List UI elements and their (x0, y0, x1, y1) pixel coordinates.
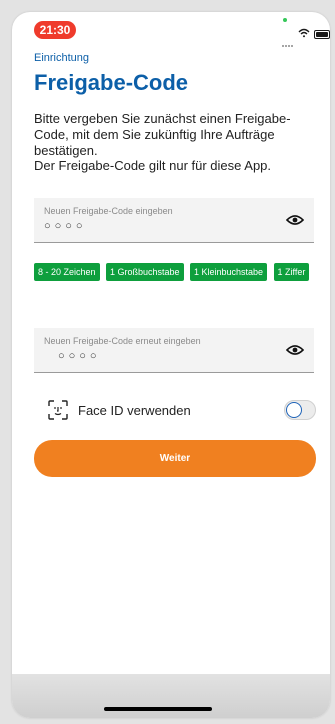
device-frame: 21:30 Einrichtung Freigabe-Code Bitte ve… (0, 0, 335, 724)
signal-icon (282, 34, 296, 47)
intro-text: Bitte vergeben Sie zunächst einen Freiga… (34, 111, 291, 158)
requirement-badge: 1 Kleinbuchstabe (190, 263, 268, 281)
page-title: Freigabe-Code (34, 70, 189, 95)
repeat-code-field[interactable]: Neuen Freigabe-Code erneut eingeben ○○○○ (34, 328, 314, 373)
toggle-knob (286, 402, 302, 418)
repeat-code-value: ○○○○ (58, 350, 101, 362)
requirement-badge: 8 - 20 Zeichen (34, 263, 100, 281)
eye-icon[interactable] (286, 214, 304, 226)
requirements-list: 8 - 20 Zeichen 1 Großbuchstabe 1 Kleinbu… (34, 262, 324, 287)
new-code-value: ○○○○ (44, 220, 87, 232)
face-id-label: Face ID verwenden (78, 403, 191, 418)
eye-icon[interactable] (286, 344, 304, 356)
new-code-field[interactable]: Neuen Freigabe-Code eingeben ○○○○ (34, 198, 314, 243)
face-id-icon (48, 400, 68, 420)
repeat-code-label: Neuen Freigabe-Code erneut eingeben (44, 336, 201, 346)
face-id-toggle[interactable] (284, 400, 316, 420)
section-label: Einrichtung (34, 52, 90, 64)
battery-icon (314, 30, 330, 39)
bottom-bar (12, 674, 330, 718)
status-time: 21:30 (34, 21, 76, 39)
new-code-label: Neuen Freigabe-Code eingeben (44, 206, 173, 216)
status-bar: 21:30 (12, 12, 330, 48)
requirement-badge: 1 Ziffer (273, 263, 310, 281)
continue-button[interactable]: Weiter (34, 440, 316, 477)
home-indicator[interactable] (104, 707, 212, 711)
app-screen: 21:30 Einrichtung Freigabe-Code Bitte ve… (12, 12, 330, 718)
face-id-row: Face ID verwenden (48, 400, 318, 422)
scope-text: Der Freigabe-Code gilt nur für diese App… (34, 158, 272, 173)
privacy-indicator (283, 18, 287, 22)
requirement-badge: 1 Großbuchstabe (106, 263, 184, 281)
wifi-icon (298, 28, 310, 38)
